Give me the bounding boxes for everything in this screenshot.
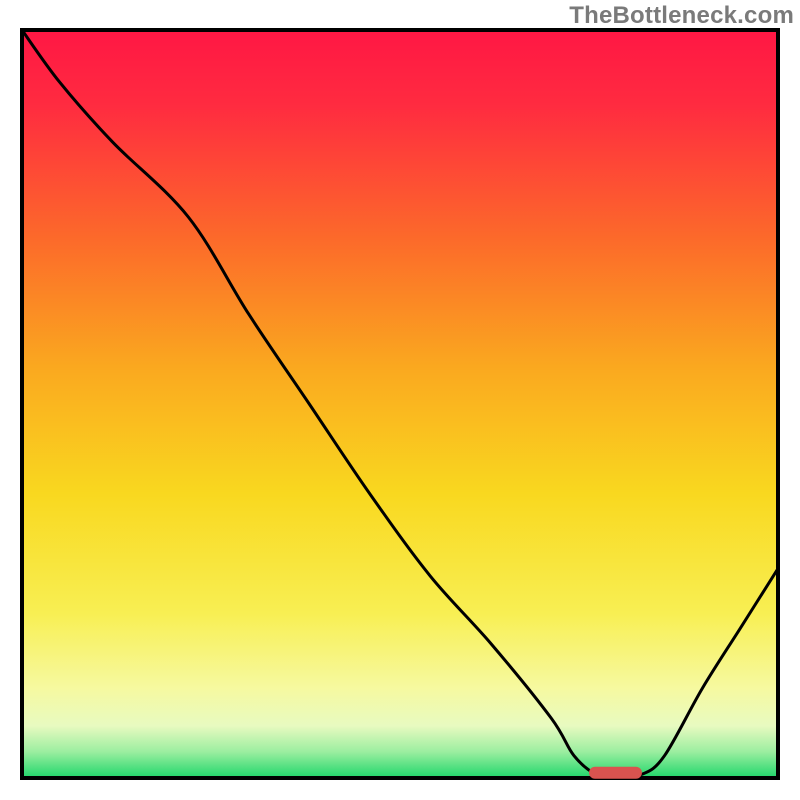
chart-container: TheBottleneck.com	[0, 0, 800, 800]
plot-background	[22, 30, 778, 778]
watermark-text: TheBottleneck.com	[569, 2, 794, 30]
bottleneck-chart	[0, 0, 800, 800]
optimal-marker	[589, 767, 642, 779]
